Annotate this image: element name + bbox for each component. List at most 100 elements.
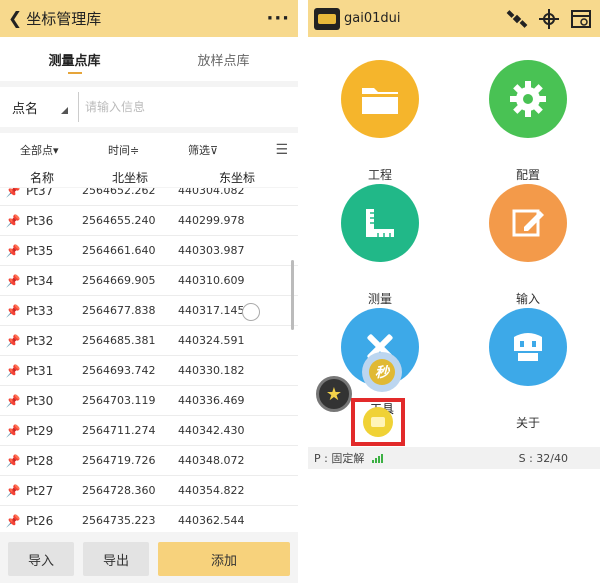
import-button[interactable]: 导入 [8,542,74,576]
highlight-box[interactable] [351,398,405,446]
pin-icon: 📌 [5,273,21,288]
menu-about-circle [489,308,567,386]
gnss-floating-icon[interactable] [363,407,393,437]
table-row[interactable]: 📌 Pt29 2564711.274 440342.430 [0,416,298,446]
point-east: 440299.978 [178,214,245,227]
search-row: 点名 [0,87,298,127]
search-field-select[interactable]: 点名 [12,98,78,117]
menu-input-circle [489,184,567,262]
table-row[interactable]: 📌 Pt34 2564669.905 440310.609 [0,266,298,296]
pin-icon: 📌 [5,423,21,438]
table-row[interactable]: 📌 Pt30 2564703.119 440336.469 [0,386,298,416]
col-east: 东坐标 [218,170,255,185]
pin-icon: 📌 [5,213,21,228]
menu-project[interactable]: 工程 [320,60,440,183]
point-north: 2564703.119 [82,394,156,407]
right-header: gai01dui [308,0,600,37]
tab-stakeout-points[interactable]: 放样点库 [149,37,298,81]
table-row[interactable]: 📌 Pt32 2564685.381 440324.591 [0,326,298,356]
search-input[interactable] [78,92,290,122]
pin-icon: 📌 [5,393,21,408]
point-north: 2564735.223 [82,514,156,527]
satellite-count: S : 32/40 [518,451,568,465]
points-table[interactable]: 📌 Pt37 2564652.262 440304.082 📌 Pt36 2564655.2… [0,188,298,532]
table-row[interactable]: 📌 Pt26 2564735.223 440362.544 [0,506,298,532]
crosshair-icon[interactable] [536,6,562,32]
menu-input[interactable]: 输入 [468,184,588,307]
point-east: 440304.082 [178,188,245,197]
menu-label: 测量 [367,292,392,306]
point-name: Pt26 [26,513,54,528]
pin-icon: 📌 [5,363,21,378]
menu-label: 工程 [367,168,392,182]
table-row[interactable]: 📌 Pt27 2564728.360 440354.822 [0,476,298,506]
point-north: 2564711.274 [82,424,156,437]
point-east: 440324.591 [178,334,245,347]
filter-row: 全部点▾ 时间≑ 筛选⊽ ☰ [0,133,298,167]
point-north: 2564661.640 [82,244,156,257]
point-east: 440342.430 [178,424,245,437]
menu-about[interactable]: 关于 [468,308,588,431]
point-name: Pt28 [26,453,54,468]
device-name[interactable]: gai01dui [344,11,498,26]
sec-badge: 秒 [369,359,395,385]
table-row[interactable]: 📌 Pt35 2564661.640 440303.987 [0,236,298,266]
window-settings-icon[interactable] [568,6,594,32]
table-header: 名称 北坐标 东坐标 [0,167,298,187]
chevron-left-icon[interactable]: ❮ [8,9,22,29]
point-east: 440317.145 [178,304,245,317]
menu-survey[interactable]: 测量 [320,184,440,307]
star-icon[interactable]: ★ [316,376,352,412]
receiver-icon [514,333,542,361]
floating-circle[interactable] [242,303,260,321]
point-east: 440362.544 [178,514,245,527]
point-name: Pt35 [26,243,54,258]
point-name: Pt31 [26,363,54,378]
time-sort[interactable]: 时间≑ [108,142,188,158]
filter-button[interactable]: 筛选⊽ [188,142,275,158]
bottom-actions: 导入 导出 添加 [0,535,298,583]
point-name: Pt33 [26,303,54,318]
add-button[interactable]: 添加 [158,542,290,576]
point-east: 440348.072 [178,454,245,467]
point-name: Pt36 [26,213,54,228]
pin-icon: 📌 [5,243,21,258]
table-row[interactable]: 📌 Pt37 2564652.262 440304.082 [0,188,298,206]
signal-icon [372,453,384,463]
menu-config[interactable]: 配置 [468,60,588,183]
menu-label: 输入 [515,292,540,306]
menu-config-circle [489,60,567,138]
point-north: 2564693.742 [82,364,156,377]
table-row[interactable]: 📌 Pt28 2564719.726 440348.072 [0,446,298,476]
table-row[interactable]: 📌 Pt31 2564693.742 440330.182 [0,356,298,386]
tab-survey-points[interactable]: 测量点库 [0,37,149,81]
scrollbar[interactable] [291,260,294,330]
menu-label: 配置 [515,168,540,182]
quick-tool-button[interactable]: 秒 [362,352,402,392]
position-status: P : 固定解 [314,452,365,465]
point-name: Pt27 [26,483,54,498]
edit-icon [512,209,544,237]
more-icon[interactable]: ··· [266,8,290,29]
point-east: 440330.182 [178,364,245,377]
table-row[interactable]: 📌 Pt36 2564655.240 440299.978 [0,206,298,236]
point-north: 2564719.726 [82,454,156,467]
point-east: 440354.822 [178,484,245,497]
point-north: 2564652.262 [82,188,156,197]
export-button[interactable]: 导出 [83,542,149,576]
menu-project-circle [341,60,419,138]
point-north: 2564685.381 [82,334,156,347]
menu-label: 关于 [515,416,540,430]
menu-survey-circle [341,184,419,262]
page-title: 坐标管理库 [26,10,102,28]
table-rows: 📌 Pt37 2564652.262 440304.082 📌 Pt36 2564655.2… [0,188,298,532]
folder-icon [362,88,398,114]
point-north: 2564669.905 [82,274,156,287]
ruler-icon [366,209,394,237]
gear-icon [510,81,546,117]
pin-icon: 📌 [5,188,21,198]
pin-icon: 📌 [5,303,21,318]
list-view-icon[interactable]: ☰ [275,142,288,158]
satellite-icon[interactable] [504,6,530,32]
all-points-filter[interactable]: 全部点▾ [20,142,108,158]
